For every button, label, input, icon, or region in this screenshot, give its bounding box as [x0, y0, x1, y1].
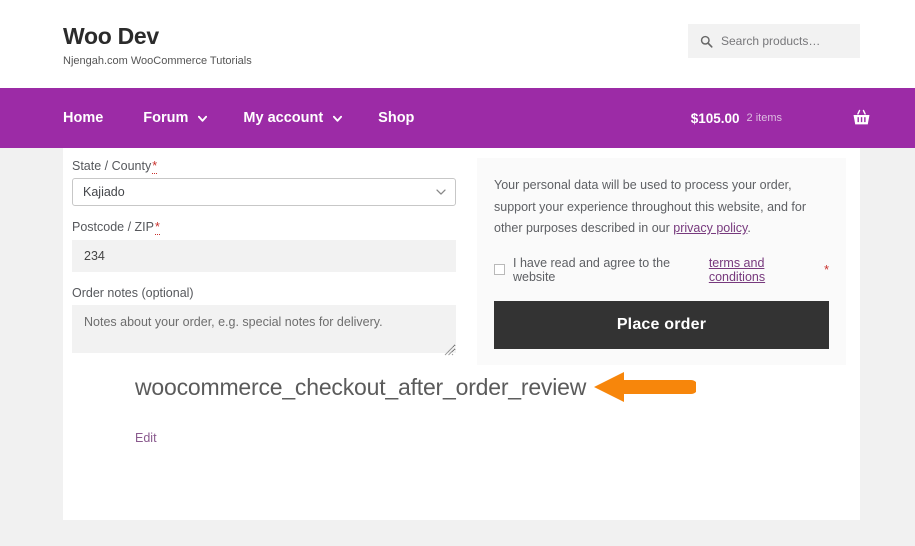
- shopping-basket-icon[interactable]: [852, 109, 871, 128]
- state-county-selected-value: Kajiado: [83, 185, 125, 200]
- left-pointing-arrow-icon: [594, 372, 697, 402]
- terms-required-asterisk: *: [824, 262, 829, 277]
- chevron-down-icon[interactable]: [436, 189, 446, 196]
- nav-item-label: Shop: [378, 110, 415, 126]
- search-input[interactable]: [721, 34, 848, 48]
- nav-item-label: Home: [63, 110, 104, 126]
- chevron-down-icon: [198, 115, 208, 122]
- checkout-columns: State / County* Kajiado Postcode / ZIP* …: [63, 148, 860, 371]
- nav-item-my-account[interactable]: My account: [225, 88, 360, 148]
- primary-navigation: Home Forum My account Shop $105.00 2 ite…: [0, 88, 915, 148]
- state-county-select[interactable]: Kajiado: [72, 178, 456, 207]
- postcode-zip-input[interactable]: [72, 239, 456, 272]
- nav-item-shop[interactable]: Shop: [360, 88, 432, 148]
- product-search-box[interactable]: [688, 24, 860, 58]
- privacy-policy-panel: Your personal data will be used to proce…: [477, 158, 846, 365]
- postcode-zip-label: Postcode / ZIP*: [72, 219, 456, 236]
- site-title: Woo Dev: [63, 23, 159, 49]
- field-postcode-zip: Postcode / ZIP*: [72, 219, 456, 272]
- hook-annotation-row: woocommerce_checkout_after_order_review: [135, 370, 697, 404]
- chevron-down-icon: [333, 115, 343, 122]
- state-county-label-text: State / County: [72, 159, 152, 173]
- site-tagline: Njengah.com WooCommerce Tutorials: [63, 55, 252, 68]
- postcode-zip-label-text: Postcode / ZIP: [72, 220, 154, 235]
- order-review-column: Your personal data will be used to proce…: [477, 158, 846, 371]
- cart-item-count: 2 items: [746, 112, 782, 124]
- order-notes-textarea[interactable]: [72, 304, 456, 353]
- nav-item-forum[interactable]: Forum: [125, 88, 225, 148]
- nav-item-label: My account: [243, 110, 324, 126]
- terms-text-before: I have read and agree to the website: [513, 255, 671, 284]
- state-county-label: State / County*: [72, 158, 456, 174]
- privacy-text-before: Your personal data will be used to proce…: [494, 178, 806, 235]
- nav-item-label: Forum: [143, 110, 189, 126]
- nav-item-home[interactable]: Home: [63, 88, 125, 148]
- billing-fields-column: State / County* Kajiado Postcode / ZIP* …: [72, 158, 456, 371]
- site-branding[interactable]: Woo Dev Njengah.com WooCommerce Tutorial…: [63, 23, 252, 68]
- required-asterisk: *: [152, 159, 158, 174]
- terms-acceptance-row: I have read and agree to the website ter…: [494, 256, 829, 284]
- place-order-button[interactable]: Place order: [494, 300, 829, 349]
- field-order-notes: Order notes (optional): [72, 285, 456, 358]
- privacy-policy-text: Your personal data will be used to proce…: [494, 175, 829, 240]
- edit-link[interactable]: Edit: [135, 431, 157, 445]
- hook-name-text: woocommerce_checkout_after_order_review: [135, 373, 587, 400]
- field-state-county: State / County* Kajiado: [72, 158, 456, 207]
- order-notes-wrapper: [72, 304, 456, 358]
- privacy-policy-link[interactable]: privacy policy: [673, 221, 747, 235]
- cart-total-amount: $105.00: [690, 110, 740, 126]
- privacy-text-after: .: [747, 221, 751, 235]
- cart-summary[interactable]: $105.00 2 items: [691, 88, 871, 148]
- nav-links: Home Forum My account Shop: [63, 88, 432, 148]
- required-asterisk: *: [154, 220, 160, 236]
- terms-and-conditions-link[interactable]: terms and conditions: [709, 256, 820, 284]
- order-notes-label: Order notes (optional): [72, 285, 194, 300]
- search-icon: [700, 35, 713, 48]
- site-header: Woo Dev Njengah.com WooCommerce Tutorial…: [0, 0, 915, 88]
- terms-checkbox[interactable]: [494, 264, 505, 275]
- checkout-content-card: State / County* Kajiado Postcode / ZIP* …: [63, 148, 860, 520]
